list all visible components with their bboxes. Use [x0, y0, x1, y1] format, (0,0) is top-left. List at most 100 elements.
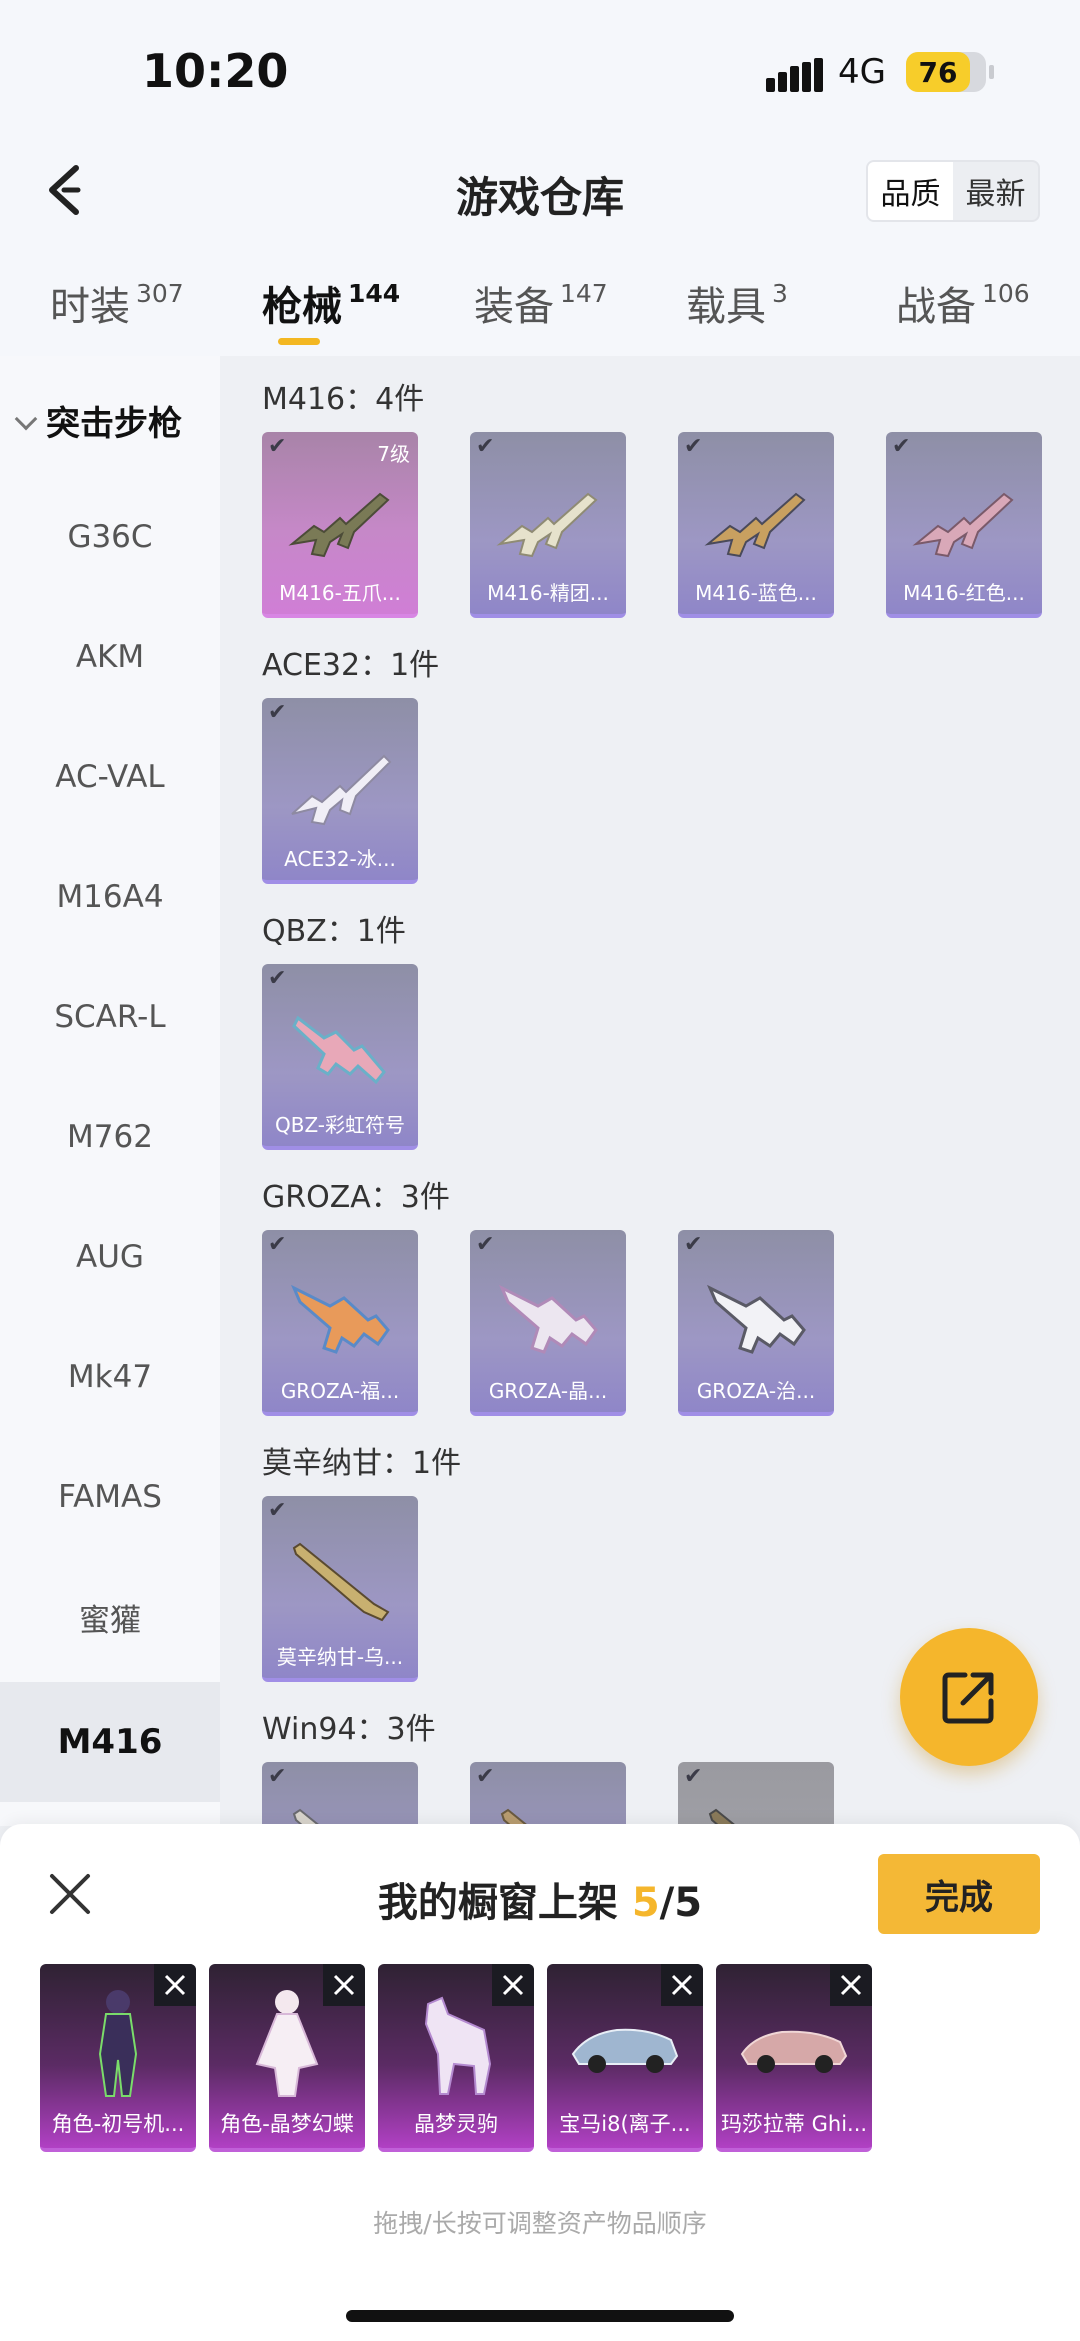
done-button[interactable]: 完成 [878, 1854, 1040, 1934]
skin-name: GROZA-福... [280, 1379, 400, 1403]
reorder-hint: 拖拽/长按可调整资产物品顺序 [373, 2209, 707, 2238]
skin-card[interactable]: ✔ GROZA-晶... [470, 1230, 626, 1416]
tab-label: 装备 [474, 284, 554, 330]
skin-name: QBZ-彩虹符号 [274, 1113, 406, 1137]
weapon-sidebar: 突击步枪 G36C AKM AC-VAL M16A4 SCAR-L M762 A… [0, 356, 220, 1826]
remove-icon[interactable] [323, 1964, 365, 2006]
signal-icon [766, 58, 824, 92]
check-icon: ✔ [268, 434, 287, 459]
remove-icon[interactable] [154, 1964, 196, 2006]
remove-icon[interactable] [492, 1964, 534, 2006]
showcase-item-name: 角色-晶梦幻蝶 [220, 2112, 354, 2136]
tab-count: 3 [772, 279, 788, 308]
status-bar: 10:20 4G 76 [0, 0, 1080, 140]
check-icon: ✔ [476, 434, 495, 459]
skin-card[interactable]: ✔ 7级 M416-五爪... [262, 432, 418, 618]
sidebar-item-honey-badger[interactable]: 蜜獾 [0, 1572, 220, 1662]
group-title-mosin: 莫辛纳甘：1件 [262, 1446, 462, 1481]
rifle-icon [291, 754, 392, 826]
showcase-total: /5 [659, 1880, 703, 1926]
skin-card[interactable]: ✔ [262, 1762, 418, 1826]
sidebar-item-g36c[interactable]: G36C [0, 492, 220, 582]
check-icon: ✔ [684, 434, 703, 459]
sidebar-item-ac-val[interactable]: AC-VAL [0, 732, 220, 822]
skin-card[interactable]: ✔ 莫辛纳甘-乌... [262, 1496, 418, 1682]
showcase-item[interactable]: 晶梦灵驹 [378, 1964, 534, 2152]
skin-card[interactable]: ✔ GROZA-治... [678, 1230, 834, 1416]
chevron-down-icon [14, 407, 38, 431]
skin-card[interactable]: ✔ M416-精团... [470, 432, 626, 618]
network-type: 4G [838, 52, 886, 92]
rifle-icon [912, 492, 1014, 558]
check-icon: ✔ [684, 1232, 703, 1257]
showcase-item[interactable]: 玛莎拉蒂 Ghi... [716, 1964, 872, 2152]
remove-icon[interactable] [661, 1964, 703, 2006]
sidebar-item-m762[interactable]: M762 [0, 1092, 220, 1182]
group-title-m416: M416：4件 [262, 382, 425, 417]
sidebar-item-mk47[interactable]: Mk47 [0, 1332, 220, 1422]
rifle-icon [288, 492, 390, 558]
tab-count: 106 [982, 279, 1030, 308]
skin-card[interactable]: ✔ ACE32-冰... [262, 698, 418, 884]
check-icon: ✔ [268, 1498, 287, 1523]
sort-option-newest[interactable]: 最新 [953, 162, 1038, 220]
showcase-count: 5 [631, 1880, 660, 1926]
sidebar-item-m416[interactable]: M416 [0, 1682, 220, 1802]
tab-equipment[interactable]: 装备 147 [474, 274, 608, 332]
sidebar-category-header[interactable]: 突击步枪 [14, 396, 182, 445]
share-icon [942, 1672, 994, 1724]
check-icon: ✔ [268, 700, 287, 725]
sort-toggle: 品质 最新 [866, 160, 1040, 222]
skin-name: M416-红色... [903, 581, 1025, 605]
group-title-groza: GROZA：3件 [262, 1180, 450, 1215]
skin-name: M416-精团... [487, 581, 609, 605]
check-icon: ✔ [268, 1764, 287, 1789]
skin-name: M416-五爪... [279, 581, 401, 605]
skin-card[interactable]: ✔ [678, 1762, 834, 1826]
skin-name: GROZA-晶... [488, 1379, 608, 1403]
rifle-icon [708, 1808, 738, 1826]
showcase-title-text: 我的橱窗上架 [377, 1880, 618, 1926]
showcase-item-name: 宝马i8(离子... [559, 2112, 691, 2136]
check-icon: ✔ [476, 1232, 495, 1257]
skin-name: 莫辛纳甘-乌... [276, 1645, 404, 1669]
skin-name: ACE32-冰... [284, 847, 396, 871]
showcase-item[interactable]: 角色-初号机... [40, 1964, 196, 2152]
skin-card[interactable]: ✔ M416-红色... [886, 432, 1042, 618]
rifle-icon [292, 1808, 322, 1826]
rifle-icon [292, 1015, 386, 1085]
share-button[interactable] [900, 1628, 1038, 1766]
check-icon: ✔ [268, 1232, 287, 1257]
skin-card[interactable]: ✔ QBZ-彩虹符号 [262, 964, 418, 1150]
showcase-item[interactable]: 角色-晶梦幻蝶 [209, 1964, 365, 2152]
check-icon: ✔ [684, 1764, 703, 1789]
remove-icon[interactable] [830, 1964, 872, 2006]
skin-card[interactable]: ✔ [470, 1762, 626, 1826]
rifle-icon [291, 1284, 390, 1354]
active-tab-indicator [278, 338, 320, 345]
sidebar-item-scar-l[interactable]: SCAR-L [0, 972, 220, 1062]
group-title-qbz: QBZ：1件 [262, 914, 406, 949]
sidebar-item-famas[interactable]: FAMAS [0, 1452, 220, 1542]
skin-name: GROZA-治... [696, 1379, 816, 1403]
home-indicator [346, 2310, 734, 2322]
rifle-icon [292, 1542, 390, 1622]
sort-option-quality[interactable]: 品质 [868, 162, 953, 220]
check-icon: ✔ [892, 434, 911, 459]
sidebar-item-aug[interactable]: AUG [0, 1212, 220, 1302]
check-icon: ✔ [268, 966, 287, 991]
sidebar-item-m16a4[interactable]: M16A4 [0, 852, 220, 942]
group-title-ace32: ACE32：1件 [262, 648, 440, 683]
tab-fashion[interactable]: 时装 307 [50, 274, 184, 332]
showcase-item[interactable]: 宝马i8(离子... [547, 1964, 703, 2152]
tab-guns[interactable]: 枪械 144 [262, 274, 400, 332]
level-badge: 7级 [377, 442, 410, 466]
battery-level: 76 [918, 56, 958, 89]
sidebar-item-akm[interactable]: AKM [0, 612, 220, 702]
tab-label: 战备 [896, 284, 976, 330]
nav-header: 游戏仓库 品质 最新 [0, 140, 1080, 250]
skin-card[interactable]: ✔ GROZA-福... [262, 1230, 418, 1416]
tab-vehicles[interactable]: 载具 3 [686, 274, 788, 332]
tab-supplies[interactable]: 战备 106 [896, 274, 1030, 332]
skin-card[interactable]: ✔ M416-蓝色... [678, 432, 834, 618]
